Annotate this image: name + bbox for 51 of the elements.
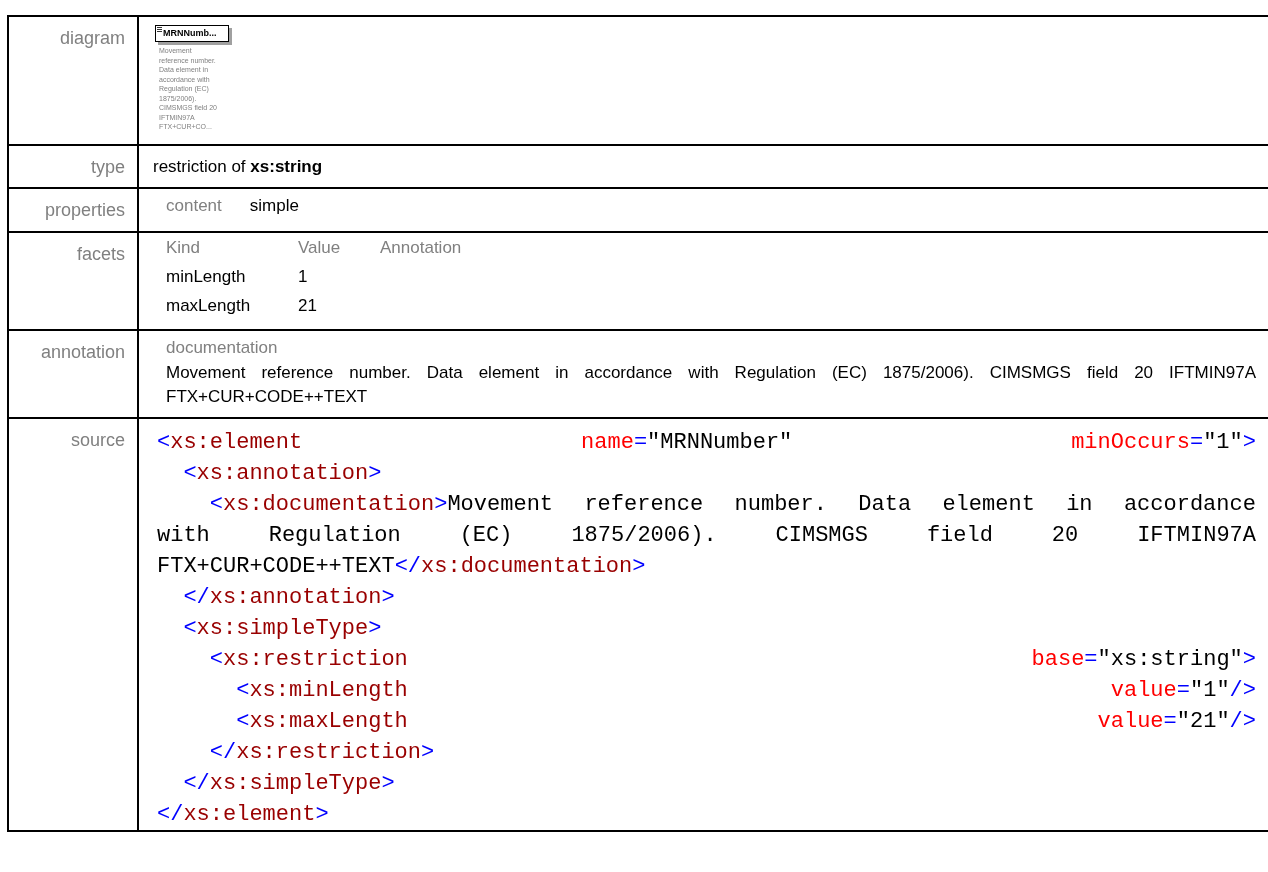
code-token: Regulation (268, 521, 401, 550)
code-token: IFTMIN97A (1137, 521, 1256, 550)
code-token: <xs:maxLength (236, 707, 408, 736)
code-token: </xs:element> (157, 800, 329, 829)
code-token: field (926, 521, 993, 550)
code-token: <xs:annotation> (183, 459, 382, 488)
annotation-text: Movement reference number. Data element in accordance with Regulation (EC) 1875/2006). CIMSMGS field 20 IFTMIN97A FTX+CUR+CODE++TEXT (166, 361, 1256, 408)
code-token: <xs:minLength (236, 676, 408, 705)
row-label: diagram (59, 28, 125, 48)
element-node: MRNNumb... (155, 25, 229, 42)
code-token: <xs:simpleType> (183, 614, 382, 643)
row-label: facets (76, 243, 125, 264)
code-token: 20 (1051, 521, 1079, 550)
type-text: restriction of xs:string (153, 156, 323, 176)
code-token: element (942, 490, 1035, 519)
column-header: Kind (166, 236, 202, 259)
code-token: <xs:element (157, 428, 303, 457)
row-label: type (90, 156, 125, 177)
column-header: Value (298, 236, 342, 259)
row-label: source (70, 429, 125, 450)
facet-kind: maxLength (166, 294, 252, 317)
code-token: base="xs:string"> (1031, 645, 1256, 674)
code-token: name="MRNNumber" (581, 428, 793, 457)
code-token: <xs:restriction (209, 645, 408, 674)
code-token: Data (858, 490, 912, 519)
code-token: <xs:documentation>Movement (209, 490, 554, 519)
facet-value: 1 (298, 265, 309, 288)
property-name: content (166, 195, 222, 217)
code-token: number. (734, 490, 827, 519)
property-value: simple (249, 195, 299, 217)
code-token: with (157, 521, 210, 550)
element-icon (157, 27, 162, 32)
code-token: minOccurs="1"> (1071, 428, 1256, 457)
code-token: value="21"/> (1097, 707, 1256, 736)
code-token: value="1"/> (1110, 676, 1256, 705)
code-token: </xs:restriction> (209, 738, 435, 767)
column-header: Annotation (380, 236, 463, 259)
row-label: annotation (40, 341, 125, 362)
code-token: 1875/2006). (571, 521, 717, 550)
facet-kind: minLength (166, 265, 247, 288)
code-token: </xs:simpleType> (183, 769, 395, 798)
row-label: properties (44, 200, 125, 220)
annotation-title: documentation (166, 337, 278, 357)
code-token: accordance (1123, 490, 1256, 519)
code-token: (EC) (459, 521, 513, 550)
code-token: CIMSMGS (775, 521, 868, 550)
facet-value: 21 (298, 294, 318, 317)
code-token: reference (584, 490, 704, 519)
code-token: </xs:annotation> (183, 583, 395, 612)
code-token: in (1066, 490, 1093, 519)
code-token: FTX+CUR+CODE++TEXT</xs:documentation> (157, 552, 646, 581)
